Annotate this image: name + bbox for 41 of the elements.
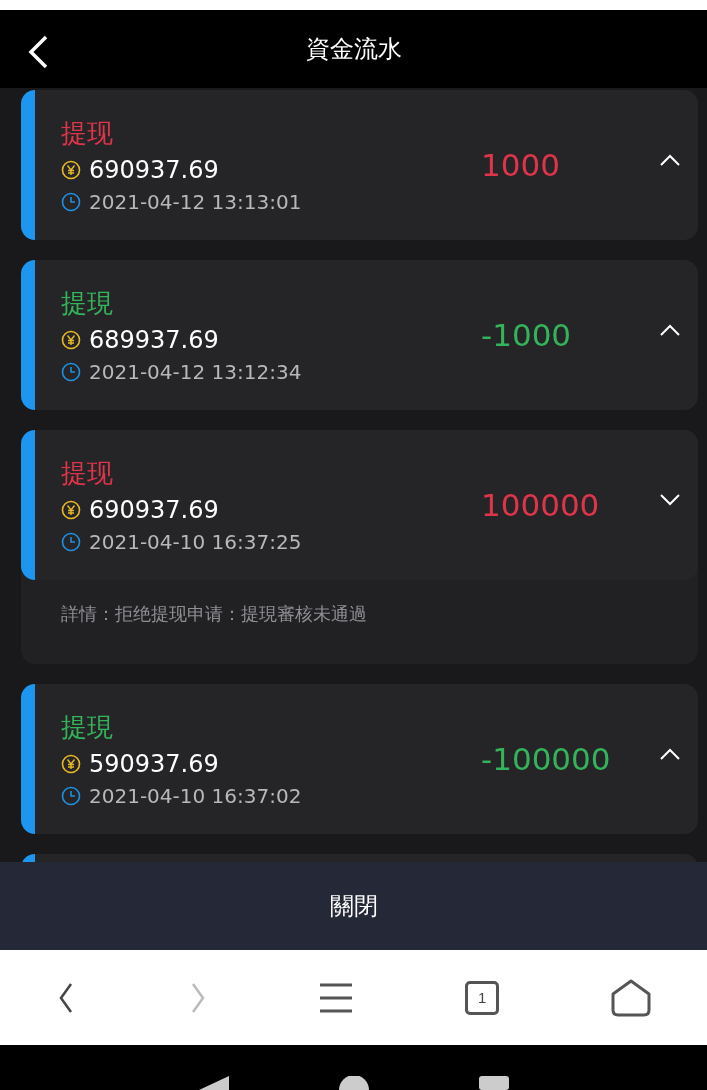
record-time: 2021-04-12 13:12:34 — [89, 360, 302, 384]
record-type: 提现 — [61, 457, 113, 490]
home-icon[interactable] — [611, 978, 652, 1017]
coin-icon — [61, 754, 81, 774]
clock-icon — [61, 192, 81, 212]
close-button[interactable]: 關閉 — [0, 862, 707, 950]
record-card[interactable]: 提现 690937.69 2021-04-10 16:37:25 100000 — [21, 430, 698, 580]
clock-icon — [61, 786, 81, 806]
coin-icon — [61, 500, 81, 520]
menu-icon[interactable] — [319, 981, 354, 1014]
balance-text: 690937.69 — [89, 156, 219, 184]
coin-icon — [61, 330, 81, 350]
record-card[interactable]: 提现 690937.69 2021-04-12 13:13:01 1000 — [21, 90, 698, 240]
record-time: 2021-04-10 16:37:25 — [89, 530, 302, 554]
chevron-icon[interactable] — [658, 493, 682, 507]
balance-text: 689937.69 — [89, 326, 219, 354]
amount-text: -1000 — [480, 317, 573, 353]
chevron-icon[interactable] — [658, 323, 682, 337]
chevron-icon[interactable] — [658, 153, 682, 167]
page-title: 資金流水 — [305, 34, 402, 65]
clock-icon — [61, 532, 81, 552]
record-type: 提现 — [61, 117, 113, 150]
chevron-icon[interactable] — [658, 747, 682, 761]
record-type: 提現 — [61, 287, 113, 320]
record-time: 2021-04-12 13:13:01 — [89, 190, 302, 214]
balance-text: 690937.69 — [89, 496, 219, 524]
amount-text: -100000 — [480, 741, 612, 777]
coin-icon — [61, 160, 81, 180]
record-type: 提現 — [61, 711, 113, 744]
recents-icon[interactable] — [478, 1076, 509, 1090]
record-time: 2021-04-10 16:37:02 — [89, 784, 302, 808]
amount-text: 1000 — [480, 147, 561, 183]
clock-icon — [61, 362, 81, 382]
home-icon[interactable] — [338, 1076, 369, 1090]
back-icon[interactable] — [198, 1076, 229, 1090]
record-card[interactable]: 提現 590937.69 2021-04-10 16:37:02 -100000 — [21, 684, 698, 834]
balance-text: 590937.69 — [89, 750, 219, 778]
amount-text: 100000 — [480, 487, 601, 523]
tabs-button[interactable]: 1 — [465, 980, 500, 1015]
detail-text: 詳情：拒绝提现申请：提現審核未通過 — [61, 603, 367, 624]
record-card[interactable]: 提現 689937.69 2021-04-12 13:12:34 -1000 — [21, 260, 698, 410]
